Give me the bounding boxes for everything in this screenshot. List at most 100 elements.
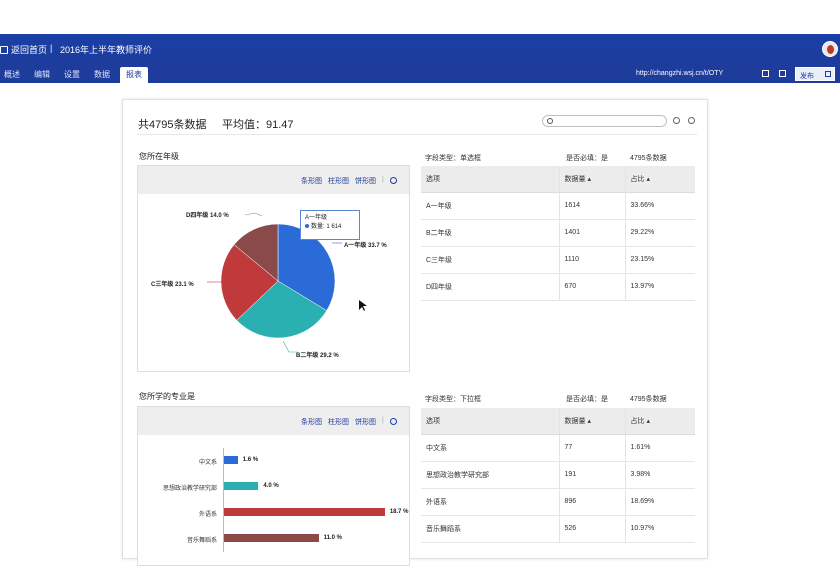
publish-label: 发布	[800, 73, 814, 80]
table-row: 外语系 896 18.69%	[421, 488, 695, 516]
table-row: 音乐舞蹈系 526 10.97%	[421, 515, 695, 543]
cell-option: D四年级	[421, 273, 559, 301]
cell-percent: 3.98%	[624, 461, 695, 489]
bar-1[interactable]	[224, 456, 238, 464]
total-count: 共4795条数据	[138, 119, 207, 131]
grade-pie-chart	[207, 212, 342, 353]
top-bar: 返回首页 | 2016年上半年教师评价	[0, 34, 840, 66]
home-link[interactable]: 返回首页	[0, 43, 47, 56]
leader-line-d	[244, 212, 263, 217]
cell-count: 1110	[558, 246, 625, 274]
publish-button[interactable]: 发布	[795, 67, 835, 81]
table-row: B二年级 1401 29.22%	[421, 219, 695, 247]
table-row: 中文系 77 1.61%	[421, 434, 695, 462]
mouse-cursor-icon	[359, 300, 367, 311]
table-row: D四年级 670 13.97%	[421, 273, 695, 301]
qrcode-icon[interactable]	[779, 70, 786, 77]
avatar[interactable]	[822, 41, 838, 57]
home-label: 返回首页	[11, 45, 48, 55]
column-chart-option[interactable]: 柱形图	[328, 417, 349, 427]
cell-option: 音乐舞蹈系	[421, 515, 559, 543]
tab-overview[interactable]: 概述	[4, 69, 20, 80]
bar-value-label: 1.6 %	[242, 457, 259, 463]
cell-count: 1401	[558, 219, 625, 247]
tooltip-row: 数量: 1 614	[305, 223, 355, 232]
bar-label: 思想政治教学研究部	[162, 486, 217, 492]
home-icon	[0, 45, 8, 54]
cell-percent: 10.97%	[624, 515, 695, 543]
cell-option: 外语系	[421, 488, 559, 516]
cell-percent: 33.66%	[624, 192, 695, 220]
question-title-grade: 您所在年级	[139, 152, 179, 161]
cell-percent: 13.97%	[624, 273, 695, 301]
bar-2[interactable]	[224, 482, 259, 490]
pie-chart-option[interactable]: 饼形图	[355, 417, 376, 427]
bar-4[interactable]	[224, 534, 319, 542]
cell-option: C三年级	[421, 246, 559, 274]
copy-icon[interactable]	[762, 70, 769, 77]
bar-label: 外语系	[198, 512, 217, 518]
q1-count: 4795条数据	[630, 155, 667, 162]
cell-count: 896	[558, 488, 625, 516]
cell-option: 中文系	[421, 434, 559, 462]
column-header-option: 选项	[421, 408, 559, 435]
cell-percent: 23.15%	[624, 246, 695, 274]
share-url[interactable]: http://changzhi.wsj.cn/t/OTY	[636, 70, 723, 77]
chart-settings-icon[interactable]	[389, 418, 397, 425]
bar-value-label: 11.0 %	[323, 535, 342, 541]
cell-percent: 29.22%	[624, 219, 695, 247]
bar-label: 中文系	[198, 460, 217, 466]
chart-type-switcher: 条形图 柱形图 饼形图 |	[301, 417, 397, 427]
cell-option: B二年级	[421, 219, 559, 247]
column-header-option: 选项	[421, 166, 559, 193]
cell-count: 670	[558, 273, 625, 301]
pie-label-a: A一年级 33.7 %	[344, 243, 387, 249]
header-divider	[137, 134, 697, 135]
tooltip-value: 数量: 1 614	[311, 224, 342, 230]
cell-option: 思想政治教学研究部	[421, 461, 559, 489]
toolbar-divider: |	[382, 417, 384, 424]
tab-report[interactable]: 报表	[120, 67, 148, 83]
cell-count: 526	[558, 515, 625, 543]
column-header-percent[interactable]: 占比 ▴	[624, 166, 695, 193]
cell-count: 191	[558, 461, 625, 489]
q2-stat-table: 选项 数据量 ▴ 占比 ▴ 中文系 77 1.61% 思想政治教学研究部 191 3.9…	[421, 408, 695, 543]
refresh-icon[interactable]	[673, 117, 680, 124]
tab-edit[interactable]: 编辑	[34, 69, 50, 80]
column-header-count[interactable]: 数据量 ▴	[558, 408, 625, 435]
bar-3[interactable]	[224, 508, 385, 516]
q2-required: 是否必填：是	[566, 396, 608, 403]
pie-label-c: C三年级 23.1 %	[151, 282, 194, 288]
cell-percent: 18.69%	[624, 488, 695, 516]
bar-value-label: 18.7 %	[389, 509, 409, 515]
average-score: 平均值：91.47	[222, 119, 294, 131]
tab-settings[interactable]: 设置	[64, 69, 80, 80]
q1-required: 是否必填：是	[566, 155, 608, 162]
table-row: C三年级 1110 23.15%	[421, 246, 695, 274]
pie-label-d: D四年级 14.0 %	[186, 213, 229, 219]
tab-data[interactable]: 数据	[94, 69, 110, 80]
survey-title: 2016年上半年教师评价	[60, 45, 153, 55]
tooltip-title: A一年级	[305, 215, 328, 221]
question-title-major: 您所学的专业是	[139, 392, 195, 401]
bar-label: 音乐舞蹈系	[186, 538, 217, 544]
column-header-percent[interactable]: 占比 ▴	[624, 408, 695, 435]
bar-value-label: 4.0 %	[263, 483, 279, 489]
q2-field-type: 字段类型：下拉框	[425, 396, 481, 403]
table-row: A一年级 1614 33.66%	[421, 192, 695, 220]
settings-icon[interactable]	[688, 117, 695, 124]
header-separator: |	[50, 43, 53, 53]
column-header-count[interactable]: 数据量 ▴	[558, 166, 625, 193]
search-input[interactable]	[542, 115, 667, 127]
cell-count: 77	[558, 434, 625, 462]
cell-count: 1614	[558, 192, 625, 220]
search-icon	[547, 118, 553, 124]
cell-percent: 1.61%	[624, 434, 695, 462]
bar-chart-option[interactable]: 条形图	[301, 417, 322, 427]
tooltip-dot	[305, 224, 309, 228]
nav-bar: 概述 编辑 设置 数据 报表 http://changzhi.wsj.cn/t/…	[0, 66, 840, 83]
publish-dropdown-icon	[825, 71, 831, 77]
table-row: 思想政治教学研究部 191 3.98%	[421, 461, 695, 489]
q1-stat-table: 选项 数据量 ▴ 占比 ▴ A一年级 1614 33.66% B二年级 1401 29.…	[421, 166, 695, 301]
q1-field-type: 字段类型：单选框	[425, 155, 481, 162]
